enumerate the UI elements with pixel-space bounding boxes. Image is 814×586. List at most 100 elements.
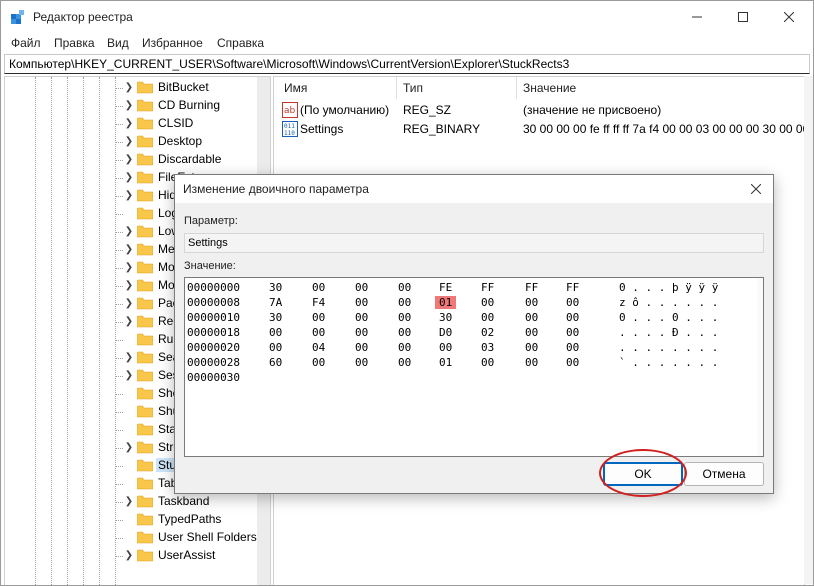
hex-byte[interactable]: 60 — [269, 356, 282, 369]
hex-byte[interactable]: 00 — [398, 341, 411, 354]
chevron-right-icon[interactable]: ❯ — [123, 172, 135, 184]
hex-byte[interactable]: 30 — [439, 311, 452, 324]
chevron-right-icon[interactable]: ❯ — [123, 190, 135, 202]
hex-byte[interactable]: 00 — [355, 296, 368, 309]
hex-byte[interactable]: 00 — [566, 296, 579, 309]
chevron-right-icon[interactable]: ❯ — [123, 316, 135, 328]
hex-byte[interactable]: 00 — [398, 311, 411, 324]
menu-view[interactable]: Вид — [107, 36, 129, 50]
menu-file[interactable]: Файл — [11, 36, 41, 50]
values-scrollbar[interactable] — [804, 76, 813, 584]
hex-row[interactable]: 00000010 30 00 00 00 30 00 00 00 0 . . . 0 . . . — [185, 311, 763, 326]
hex-byte[interactable]: 00 — [355, 311, 368, 324]
column-type-header[interactable]: Тип — [403, 81, 423, 95]
hex-byte[interactable]: FF — [566, 281, 579, 294]
close-button[interactable] — [766, 1, 812, 33]
hex-byte[interactable]: 01 — [439, 356, 452, 369]
hex-byte[interactable]: 00 — [398, 326, 411, 339]
chevron-right-icon[interactable]: ❯ — [123, 118, 135, 130]
menu-help[interactable]: Справка — [217, 36, 264, 50]
hex-byte[interactable]: FF — [525, 281, 538, 294]
hex-ascii: . . . . Ð . . . — [619, 326, 719, 339]
hex-byte[interactable]: 02 — [481, 326, 494, 339]
chevron-right-icon[interactable]: ❯ — [123, 100, 135, 112]
address-bar[interactable]: Компьютер\HKEY_CURRENT_USER\Software\Mic… — [4, 54, 810, 74]
chevron-right-icon[interactable]: ❯ — [123, 262, 135, 274]
hex-byte[interactable]: 00 — [566, 356, 579, 369]
hex-byte[interactable]: 00 — [525, 341, 538, 354]
minimize-button[interactable] — [674, 1, 720, 33]
hex-byte[interactable]: 00 — [355, 326, 368, 339]
chevron-right-icon[interactable]: ❯ — [123, 136, 135, 148]
hex-byte[interactable]: 00 — [566, 341, 579, 354]
hex-row[interactable]: 00000028 60 00 00 00 01 00 00 00 ` . . . . . . . — [185, 356, 763, 371]
hex-byte[interactable]: 00 — [312, 281, 325, 294]
hex-byte[interactable]: FE — [439, 281, 452, 294]
chevron-right-icon[interactable]: ❯ — [123, 244, 135, 256]
menu-favorites[interactable]: Избранное — [142, 36, 203, 50]
chevron-right-icon[interactable]: ❯ — [123, 298, 135, 310]
hex-byte[interactable]: 00 — [525, 326, 538, 339]
hex-byte[interactable]: 00 — [439, 341, 452, 354]
value-name: (По умолчанию) — [300, 103, 390, 117]
hex-byte[interactable]: 00 — [481, 356, 494, 369]
hex-editor[interactable]: 00000000 30 00 00 00 FE FF FF FF 0 . . . þ ÿ ÿ ÿ0… — [184, 277, 764, 457]
hex-byte[interactable]: 00 — [525, 356, 538, 369]
hex-byte[interactable]: 00 — [312, 356, 325, 369]
hex-byte[interactable]: 00 — [312, 326, 325, 339]
chevron-right-icon[interactable]: ❯ — [123, 352, 135, 364]
close-icon — [751, 184, 761, 194]
hex-byte[interactable]: 30 — [269, 311, 282, 324]
chevron-right-icon[interactable]: ❯ — [123, 550, 135, 562]
hex-byte[interactable]: 00 — [525, 296, 538, 309]
chevron-right-icon[interactable]: ❯ — [123, 442, 135, 454]
maximize-button[interactable] — [720, 1, 766, 33]
hex-byte[interactable]: D0 — [439, 326, 452, 339]
cancel-button[interactable]: Отмена — [684, 462, 764, 486]
hex-byte[interactable]: 00 — [566, 311, 579, 324]
hex-byte[interactable]: 00 — [355, 341, 368, 354]
chevron-right-icon[interactable]: ❯ — [123, 280, 135, 292]
hex-byte[interactable]: 7A — [269, 296, 282, 309]
binary-value-icon: 011 110 — [282, 121, 298, 137]
hex-byte[interactable]: 00 — [312, 311, 325, 324]
hex-byte[interactable]: F4 — [312, 296, 325, 309]
value-row-settings[interactable]: 011 110 Settings REG_BINARY 30 00 00 00 … — [274, 120, 813, 138]
column-divider[interactable] — [516, 77, 517, 99]
hex-byte-selected[interactable]: 01 — [435, 296, 457, 309]
column-data-header[interactable]: Значение — [523, 81, 576, 95]
hex-byte[interactable]: 00 — [269, 341, 282, 354]
hex-row[interactable]: 00000000 30 00 00 00 FE FF FF FF 0 . . . þ ÿ ÿ ÿ — [185, 281, 763, 296]
chevron-right-icon[interactable]: ❯ — [123, 82, 135, 94]
value-row-default[interactable]: ab (По умолчанию) REG_SZ (значение не пр… — [274, 101, 804, 119]
hex-byte[interactable]: 00 — [525, 311, 538, 324]
hex-row[interactable]: 00000030 — [185, 371, 763, 386]
hex-byte[interactable]: 00 — [355, 281, 368, 294]
hex-byte[interactable]: 00 — [566, 326, 579, 339]
hex-byte[interactable]: 00 — [355, 356, 368, 369]
hex-byte[interactable]: 03 — [481, 341, 494, 354]
column-name-header[interactable]: Имя — [284, 81, 307, 95]
dialog-close-button[interactable] — [739, 175, 773, 203]
hex-byte[interactable]: 00 — [269, 326, 282, 339]
chevron-right-icon[interactable]: ❯ — [123, 370, 135, 382]
hex-byte[interactable]: 00 — [398, 296, 411, 309]
hex-row[interactable]: 00000008 7A F4 00 00 01 00 00 00 z ô . . . . . . — [185, 296, 763, 311]
folder-icon — [137, 513, 153, 526]
folder-icon — [137, 369, 153, 382]
chevron-right-icon[interactable]: ❯ — [123, 496, 135, 508]
hex-byte[interactable]: FF — [481, 281, 494, 294]
hex-byte[interactable]: 00 — [481, 296, 494, 309]
chevron-right-icon[interactable]: ❯ — [123, 226, 135, 238]
hex-byte[interactable]: 00 — [398, 281, 411, 294]
hex-byte[interactable]: 00 — [398, 356, 411, 369]
hex-byte[interactable]: 30 — [269, 281, 282, 294]
column-divider[interactable] — [396, 77, 397, 99]
tree-connector — [115, 322, 123, 323]
chevron-right-icon[interactable]: ❯ — [123, 154, 135, 166]
hex-byte[interactable]: 00 — [481, 311, 494, 324]
menu-edit[interactable]: Правка — [54, 36, 95, 50]
hex-row[interactable]: 00000018 00 00 00 00 D0 02 00 00 . . . . Ð . . . — [185, 326, 763, 341]
hex-row[interactable]: 00000020 00 04 00 00 00 03 00 00 . . . . . . . . — [185, 341, 763, 356]
hex-byte[interactable]: 04 — [312, 341, 325, 354]
